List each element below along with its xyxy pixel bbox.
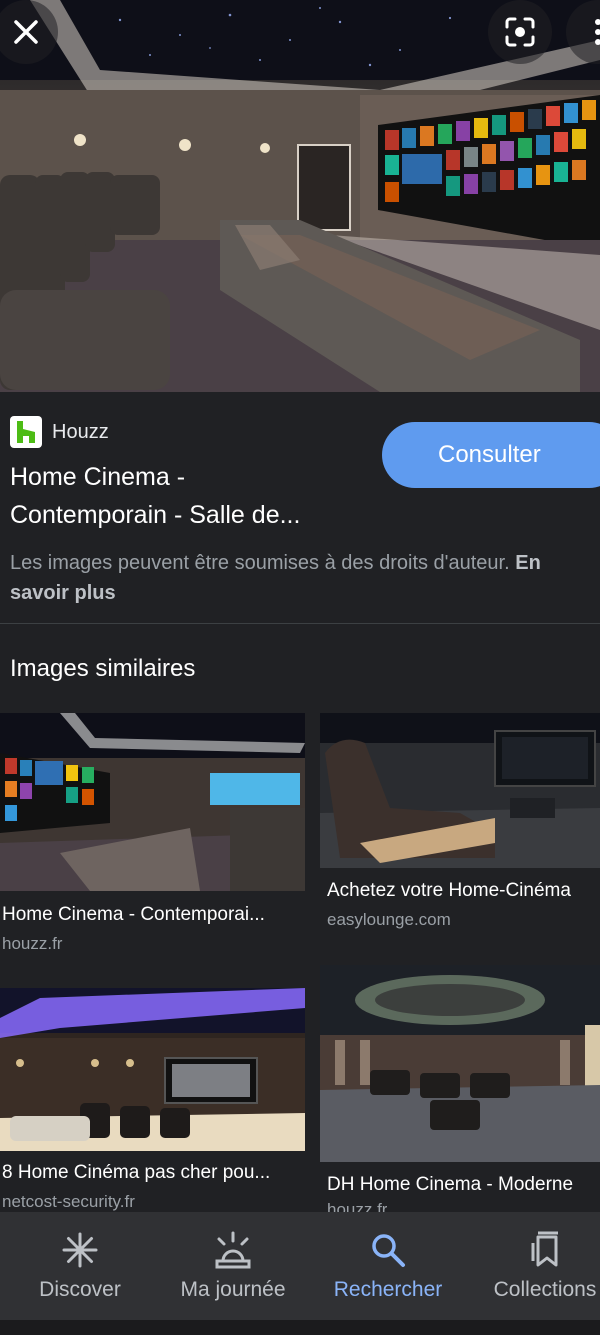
- similar-image-1[interactable]: [0, 713, 305, 891]
- similar-source-2: easylounge.com: [327, 910, 451, 929]
- nav-discover[interactable]: Discover: [20, 1212, 140, 1320]
- consult-button[interactable]: Consulter: [382, 422, 600, 488]
- nav-rechercher[interactable]: Rechercher: [322, 1212, 454, 1320]
- houzz-logo-icon: [10, 416, 42, 448]
- similar-source-3: netcost-security.fr: [2, 1192, 135, 1211]
- similar-title-4[interactable]: DH Home Cinema - Moderne: [327, 1174, 600, 1196]
- similar-image-4[interactable]: [320, 965, 600, 1162]
- similar-title-2[interactable]: Achetez votre Home-Cinéma: [327, 880, 600, 902]
- similar-source-1: houzz.fr: [2, 934, 63, 953]
- similar-source-4: houzz.fr: [327, 1200, 388, 1212]
- source-row[interactable]: Houzz: [10, 416, 109, 448]
- copyright-text: Les images peuvent être soumises à des d…: [10, 552, 510, 574]
- result-title-line1: Home Cinema -: [10, 463, 186, 491]
- nav-collections[interactable]: Collections: [480, 1212, 600, 1320]
- bottom-navigation: Discover Ma journée Rechercher Collectio…: [0, 1212, 600, 1320]
- result-title-line2: Contemporain - Salle de...: [10, 501, 301, 529]
- more-vert-icon: [595, 19, 600, 45]
- divider: [0, 623, 600, 624]
- lens-icon: [505, 17, 535, 47]
- nav-rechercher-label: Rechercher: [333, 1278, 443, 1301]
- similar-images-heading: Images similaires: [10, 655, 196, 682]
- google-lens-button[interactable]: [488, 0, 552, 64]
- result-title[interactable]: Home Cinema - Contemporain - Salle de...: [10, 458, 370, 534]
- search-icon: [369, 1230, 407, 1270]
- nav-discover-label: Discover: [39, 1278, 121, 1301]
- nav-ma-journee[interactable]: Ma journée: [168, 1212, 298, 1320]
- sunrise-icon: [213, 1230, 253, 1270]
- nav-ma-journee-label: Ma journée: [180, 1278, 286, 1301]
- source-name: Houzz: [52, 420, 109, 443]
- bookmarks-icon: [528, 1230, 562, 1270]
- close-icon: [14, 20, 38, 44]
- copyright-notice: Les images peuvent être soumises à des d…: [10, 548, 570, 608]
- similar-image-3[interactable]: [0, 988, 305, 1151]
- similar-title-3[interactable]: 8 Home Cinéma pas cher pou...: [2, 1162, 302, 1184]
- similar-title-1[interactable]: Home Cinema - Contemporai...: [2, 904, 302, 926]
- asterisk-icon: [61, 1230, 99, 1270]
- nav-collections-label: Collections: [493, 1278, 597, 1301]
- system-navigation-bar: [0, 1320, 600, 1335]
- similar-image-2[interactable]: [320, 713, 600, 868]
